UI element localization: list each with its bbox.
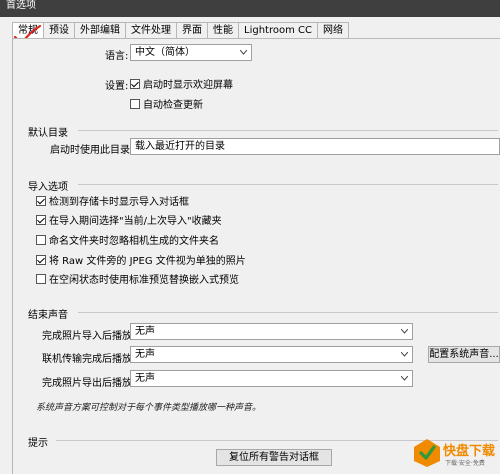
ignore-camera-folders-label: 命名文件夹时忽略相机生成的文件夹名 xyxy=(49,236,219,247)
import-sound-label: 完成照片导入后播放: xyxy=(42,331,136,342)
export-sound-label: 完成照片导出后播放: xyxy=(42,378,136,389)
checkbox-unchecked-icon xyxy=(130,98,140,109)
export-sound-value: 无声 xyxy=(135,373,155,384)
chevron-down-icon xyxy=(240,50,247,55)
default-catalog-heading: 默认目录 xyxy=(28,128,68,139)
show-import-dialog-label: 检测到存储卡时显示导入对话框 xyxy=(49,197,189,208)
tab-bar: 常规 预设 外部编辑 文件处理 界面 性能 Lightroom CC 网络 xyxy=(12,22,349,40)
chevron-down-icon xyxy=(401,376,408,381)
kuaipan-logo-subtext: 下载·安全·免费 xyxy=(445,460,485,467)
prompts-heading: 提示 xyxy=(28,438,48,449)
chevron-down-icon xyxy=(401,352,408,357)
language-value: 中文（简体） xyxy=(135,47,195,58)
import-options-heading: 导入选项 xyxy=(28,182,68,193)
import-sound-value: 无声 xyxy=(135,326,155,337)
checkbox-unchecked-icon xyxy=(36,234,46,245)
tab-file-handling[interactable]: 文件处理 xyxy=(126,22,177,39)
language-select[interactable]: 中文（简体） xyxy=(130,44,252,61)
checkbox-checked-icon xyxy=(36,214,46,225)
show-import-dialog-checkbox[interactable]: 检测到存储卡时显示导入对话框 xyxy=(36,193,189,208)
startup-catalog-label: 启动时使用此目录: xyxy=(50,145,134,156)
startup-catalog-value: 载入最近打开的目录 xyxy=(135,141,225,152)
tether-sound-label: 联机传输完成后播放: xyxy=(42,354,136,365)
settings-label: 设置: xyxy=(105,81,129,92)
export-sound-select[interactable]: 无声 xyxy=(130,370,413,387)
completion-sounds-heading: 结束声音 xyxy=(28,310,68,321)
tether-sound-select[interactable]: 无声 xyxy=(130,346,413,363)
treat-jpeg-separate-label: 将 Raw 文件旁的 JPEG 文件视为单独的照片 xyxy=(49,256,246,267)
import-sound-select[interactable]: 无声 xyxy=(130,323,413,340)
checkbox-checked-icon xyxy=(36,195,46,206)
kuaipan-logo-text: 快盘下载 xyxy=(443,444,496,459)
checkbox-checked-icon xyxy=(130,78,140,89)
tab-network[interactable]: 网络 xyxy=(317,22,349,39)
chevron-down-icon xyxy=(401,329,408,334)
language-label: 语言: xyxy=(105,51,129,62)
tether-sound-value: 无声 xyxy=(135,349,155,360)
replace-embedded-previews-checkbox[interactable]: 在空闲状态时使用标准预览替换嵌入式预览 xyxy=(36,271,239,286)
window-title: 首选项 xyxy=(0,0,500,17)
checkbox-checked-icon xyxy=(36,254,46,265)
kuaipan-logo-icon xyxy=(414,439,440,467)
treat-jpeg-separate-checkbox[interactable]: 将 Raw 文件旁的 JPEG 文件视为单独的照片 xyxy=(36,252,246,267)
auto-update-checkbox[interactable]: 自动检查更新 xyxy=(130,96,203,111)
section-divider xyxy=(78,130,498,131)
select-current-import-label: 在导入期间选择"当前/上次导入"收藏夹 xyxy=(49,216,222,227)
kuaipan-watermark-logo: 快盘下载 下载·安全·免费 xyxy=(414,437,496,471)
tab-external-editing[interactable]: 外部编辑 xyxy=(75,22,126,39)
show-splash-checkbox[interactable]: 启动时显示欢迎屏幕 xyxy=(130,76,233,91)
configure-system-sounds-button[interactable]: 配置系统声音... xyxy=(428,346,500,363)
checkbox-unchecked-icon xyxy=(36,273,46,284)
show-splash-label: 启动时显示欢迎屏幕 xyxy=(143,80,233,91)
tab-presets[interactable]: 预设 xyxy=(44,22,75,39)
tab-performance[interactable]: 性能 xyxy=(208,22,239,39)
section-divider xyxy=(78,184,498,185)
tab-lightroom-cc[interactable]: Lightroom CC xyxy=(239,22,318,39)
startup-catalog-select[interactable]: 载入最近打开的目录 xyxy=(130,138,500,155)
ignore-camera-folders-checkbox[interactable]: 命名文件夹时忽略相机生成的文件夹名 xyxy=(36,232,219,247)
auto-update-label: 自动检查更新 xyxy=(143,100,203,111)
system-sound-note: 系统声音方案可控制对于每个事件类型播放哪一种声音。 xyxy=(36,403,262,413)
replace-embedded-previews-label: 在空闲状态时使用标准预览替换嵌入式预览 xyxy=(49,275,239,286)
reset-warning-dialogs-button[interactable]: 复位所有警告对话框 xyxy=(216,449,332,466)
select-current-import-checkbox[interactable]: 在导入期间选择"当前/上次导入"收藏夹 xyxy=(36,212,222,227)
tab-interface[interactable]: 界面 xyxy=(177,22,208,39)
section-divider xyxy=(78,312,498,313)
